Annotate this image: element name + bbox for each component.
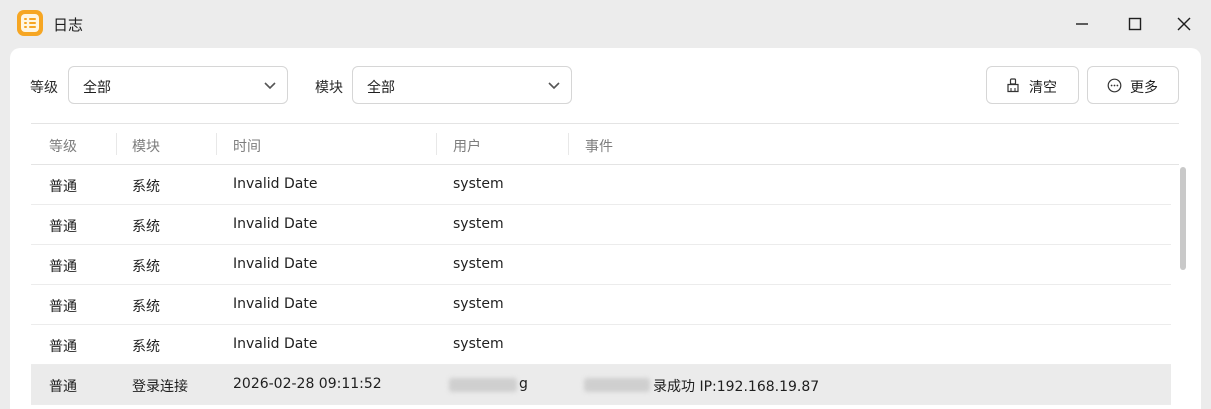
table-row[interactable]: 普通 系统 Invalid Date system: [31, 325, 1171, 365]
minimize-button[interactable]: [1066, 8, 1098, 40]
redacted-username: [449, 378, 517, 392]
log-window: 日志 等级 全部 模块 全部 清空 更多 等级 模块 时间 用户 事件 普通 系…: [0, 0, 1211, 409]
minimize-icon: [1076, 23, 1088, 25]
cell-module: 系统: [132, 339, 160, 355]
more-button[interactable]: 更多: [1087, 66, 1179, 104]
close-icon: [1177, 17, 1191, 31]
column-header-module[interactable]: 模块: [132, 136, 160, 156]
cell-level: 普通: [49, 339, 77, 355]
cell-module: 系统: [132, 179, 160, 195]
cell-module: 登录连接: [132, 379, 188, 395]
cell-user: system: [453, 176, 504, 192]
table-row[interactable]: 普通 系统 Invalid Date system: [31, 245, 1171, 285]
cell-module: 系统: [132, 259, 160, 275]
chevron-down-icon: [264, 82, 276, 90]
level-filter-label: 等级: [30, 80, 58, 96]
log-table: 等级 模块 时间 用户 事件 普通 系统 Invalid Date system…: [31, 123, 1186, 409]
cell-level: 普通: [49, 299, 77, 315]
level-filter-select[interactable]: 全部: [68, 66, 288, 104]
close-button[interactable]: [1168, 8, 1200, 40]
clear-button[interactable]: 清空: [986, 66, 1079, 104]
table-row[interactable]: 普通 系统 Invalid Date system: [31, 285, 1171, 325]
module-filter-label: 模块: [315, 80, 343, 96]
cell-time: Invalid Date: [233, 256, 318, 272]
cell-level: 普通: [49, 259, 77, 275]
column-header-time[interactable]: 时间: [233, 136, 261, 156]
cell-level: 普通: [49, 219, 77, 235]
maximize-icon: [1128, 17, 1142, 31]
content-panel: 等级 全部 模块 全部 清空 更多 等级 模块 时间 用户 事件 普通 系统 I…: [10, 48, 1201, 409]
cell-level: 普通: [49, 379, 77, 395]
table-header: 等级 模块 时间 用户 事件: [31, 124, 1179, 165]
table-row-selected[interactable]: 普通 登录连接 2026-02-28 09:11:52 g 录成功 IP:192…: [31, 365, 1171, 405]
cell-time: Invalid Date: [233, 216, 318, 232]
column-header-level[interactable]: 等级: [49, 136, 77, 156]
more-circle-icon: [1107, 78, 1122, 93]
table-row[interactable]: 普通 系统 Invalid Date system: [31, 205, 1171, 245]
maximize-button[interactable]: [1119, 8, 1151, 40]
cell-time: 2026-02-28 09:11:52: [233, 376, 382, 392]
cell-user: system: [453, 296, 504, 312]
level-filter-value: 全部: [83, 80, 111, 96]
module-filter-select[interactable]: 全部: [352, 66, 572, 104]
redacted-event-prefix: [584, 378, 650, 392]
cell-time: Invalid Date: [233, 336, 318, 352]
chevron-down-icon: [548, 82, 560, 90]
cell-user: system: [453, 336, 504, 352]
window-title: 日志: [53, 16, 84, 34]
table-scrollbar[interactable]: [1180, 167, 1186, 270]
cell-module: 系统: [132, 219, 160, 235]
cell-time: Invalid Date: [233, 296, 318, 312]
more-button-label: 更多: [1130, 80, 1158, 96]
cell-event: 录成功 IP:192.168.19.87: [653, 379, 820, 395]
table-row[interactable]: 普通 系统 Invalid Date system: [31, 165, 1171, 205]
cell-level: 普通: [49, 179, 77, 195]
column-header-event[interactable]: 事件: [585, 136, 613, 156]
title-bar: 日志: [0, 0, 1211, 48]
clear-button-label: 清空: [1029, 80, 1057, 96]
list-icon: [17, 10, 43, 36]
cell-module: 系统: [132, 299, 160, 315]
cell-time: Invalid Date: [233, 176, 318, 192]
cell-user: g: [519, 376, 528, 392]
column-header-user[interactable]: 用户: [453, 136, 481, 156]
cell-user: system: [453, 256, 504, 272]
broom-icon: [1007, 78, 1019, 93]
module-filter-value: 全部: [367, 80, 395, 96]
cell-user: system: [453, 216, 504, 232]
